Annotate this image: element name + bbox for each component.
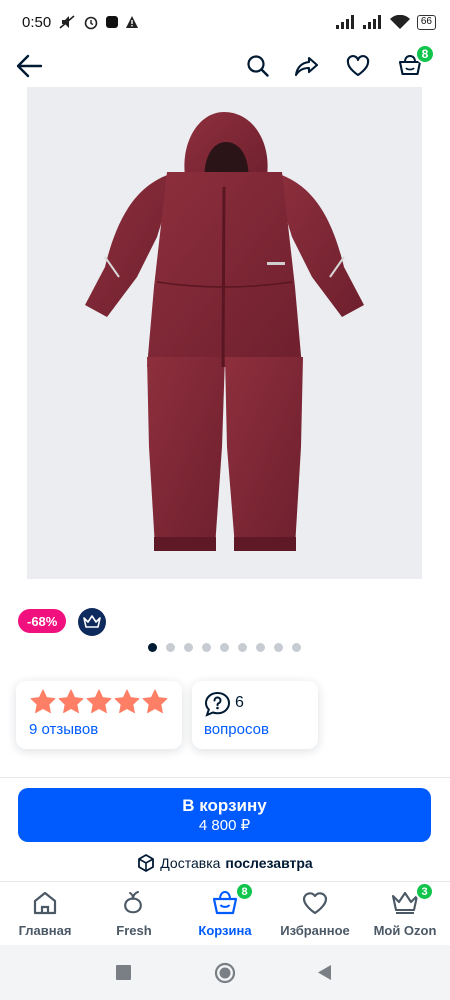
- heart-icon: [302, 892, 328, 915]
- fresh-icon: [124, 891, 142, 914]
- cart-button[interactable]: 8: [397, 44, 435, 79]
- bottom-navigation: Главная Fresh 8 Корзина Избранное 3 Мой …: [0, 881, 450, 945]
- pagination-dot[interactable]: [166, 643, 175, 652]
- delivery-info: Доставка послезавтра: [0, 854, 450, 872]
- status-time: 0:50: [22, 13, 52, 31]
- nav-item-home[interactable]: Главная: [0, 888, 90, 938]
- star-icon: [86, 689, 112, 714]
- home-icon: [33, 891, 57, 915]
- snow-overall-illustration: [85, 112, 364, 551]
- star-icon: [58, 689, 84, 714]
- premium-badge[interactable]: [78, 608, 106, 636]
- share-icon[interactable]: [294, 53, 320, 79]
- pagination-dot[interactable]: [184, 643, 193, 652]
- search-icon[interactable]: [245, 53, 271, 79]
- alarm-icon: [84, 16, 98, 30]
- home-circle-icon[interactable]: [214, 962, 236, 984]
- product-image[interactable]: [27, 87, 422, 579]
- nav-item-favorites[interactable]: Избранное: [270, 888, 360, 938]
- cart-count-badge: 8: [415, 44, 435, 64]
- divider: [0, 777, 450, 778]
- crown-icon: [83, 615, 101, 628]
- reviews-card[interactable]: 9 отзывов: [16, 681, 182, 749]
- star-icon: [30, 689, 56, 714]
- cart-nav-badge: 8: [235, 882, 254, 901]
- box-icon: [138, 854, 155, 872]
- star-icon: [114, 689, 140, 714]
- nav-label-home: Главная: [18, 923, 72, 938]
- nav-item-cart[interactable]: 8 Корзина: [180, 882, 270, 938]
- my-ozon-nav-badge: 3: [415, 882, 434, 901]
- pagination-dot[interactable]: [274, 643, 283, 652]
- status-bar: 0:50 66: [0, 0, 450, 44]
- warning-icon: [126, 16, 139, 28]
- recents-square-icon[interactable]: [116, 965, 131, 980]
- price-label: 4 800 ₽: [198, 816, 251, 834]
- delivery-label: Доставка: [160, 855, 221, 871]
- add-to-cart-label: В корзину: [182, 795, 267, 815]
- signal-icon: [335, 15, 354, 29]
- app-notification-icon: [106, 16, 119, 28]
- pagination-dot[interactable]: [202, 643, 211, 652]
- pagination-dot[interactable]: [238, 643, 247, 652]
- pagination-dot[interactable]: [292, 643, 301, 652]
- back-arrow-icon[interactable]: [14, 52, 44, 80]
- nav-label-cart: Корзина: [198, 923, 252, 938]
- star-icon: [142, 689, 168, 714]
- pagination-dot[interactable]: [256, 643, 265, 652]
- nav-label-fresh: Fresh: [116, 923, 152, 938]
- battery-indicator: 66: [416, 14, 436, 30]
- nav-label-my-ozon: Мой Ozon: [373, 923, 437, 938]
- nav-label-favorites: Избранное: [280, 923, 350, 938]
- nav-item-fresh[interactable]: Fresh: [89, 888, 179, 938]
- discount-badge: -68%: [18, 609, 67, 633]
- reviews-link[interactable]: 9 отзывов: [29, 721, 98, 738]
- pagination-dot[interactable]: [220, 643, 229, 652]
- questions-card[interactable]: 6 вопросов: [192, 681, 318, 749]
- favorite-heart-icon[interactable]: [345, 53, 371, 79]
- signal-2-icon: [362, 15, 381, 29]
- add-to-cart-button[interactable]: В корзину 4 800 ₽: [18, 788, 431, 842]
- mute-icon: [59, 15, 75, 29]
- questions-count: 6: [235, 694, 244, 711]
- questions-link[interactable]: вопросов: [204, 721, 269, 738]
- rating-stars: [30, 689, 168, 714]
- question-bubble-icon: [204, 691, 231, 717]
- nav-item-my-ozon[interactable]: 3 Мой Ozon: [360, 882, 450, 938]
- top-app-bar: 8: [0, 44, 450, 88]
- delivery-date: послезавтра: [225, 855, 313, 871]
- back-triangle-icon[interactable]: [317, 964, 332, 981]
- image-pagination: [0, 643, 450, 652]
- wifi-icon: [389, 14, 410, 29]
- pagination-dot[interactable]: [148, 643, 157, 652]
- system-navigation-bar: [0, 945, 450, 1000]
